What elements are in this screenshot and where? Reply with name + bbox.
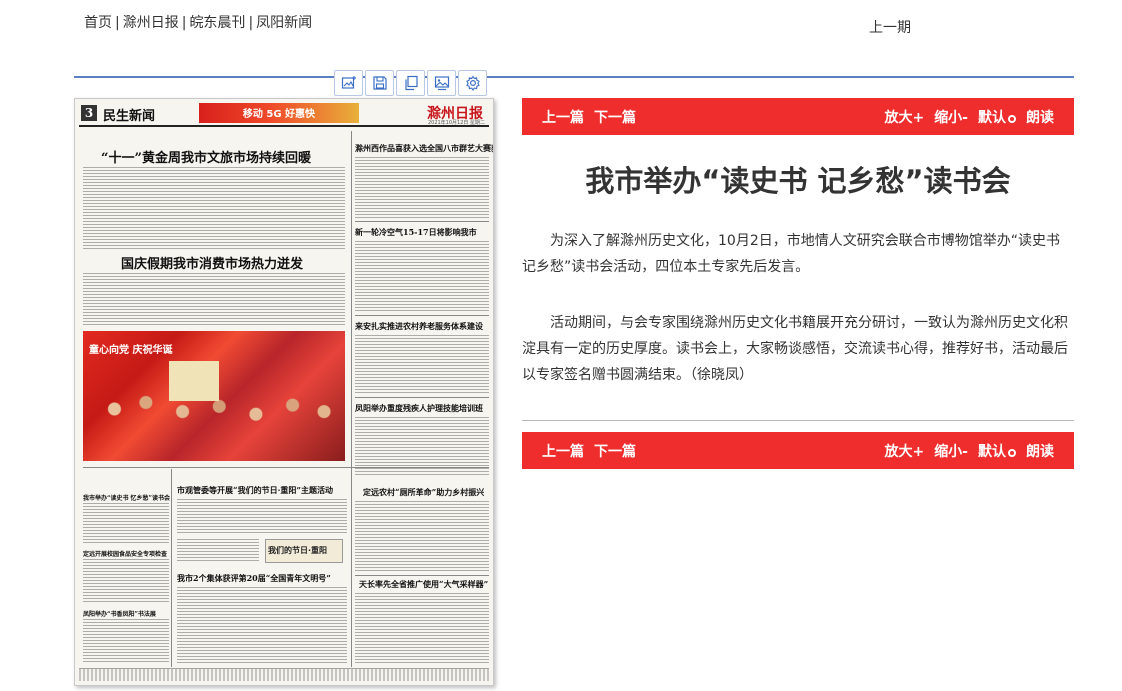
settings-button[interactable] xyxy=(458,70,487,96)
nav-home-link[interactable]: 首页 xyxy=(84,15,112,31)
paper-headline[interactable]: 滁州西作品喜获入选全国八市群艺大赛获佳绩 xyxy=(355,143,493,154)
paper-headline[interactable]: 我市2个集体获评第20届“全国青年文明号” xyxy=(177,573,331,584)
default-size-label: 默认 xyxy=(978,110,1006,126)
add-image-button[interactable] xyxy=(334,70,363,96)
default-size-button[interactable]: 默认 xyxy=(978,107,1016,127)
save-button[interactable] xyxy=(365,70,394,96)
article-text-block xyxy=(83,273,345,327)
save-icon xyxy=(372,76,387,90)
default-size-label: 默认 xyxy=(978,444,1006,460)
photo-caption: 童心向党 庆祝华诞 xyxy=(89,345,173,356)
paper-headline[interactable]: 新一轮冷空气15-17日将影响我市 xyxy=(355,227,477,238)
page-ad-banner: 移动 5G 好惠快 xyxy=(199,103,359,123)
newspaper-page-image[interactable]: 3 民生新闻 移动 5G 好惠快 滁州日报 2021年10月12日 星期二 “十… xyxy=(74,98,494,686)
paper-headline[interactable]: “十一”黄金周我市文旅市场持续回暖 xyxy=(101,147,311,166)
photo-sign xyxy=(169,361,219,401)
page-section-title: 民生新闻 xyxy=(103,109,156,124)
article-text-block xyxy=(83,167,345,251)
nav-separator: | xyxy=(115,15,120,31)
paper-headline[interactable]: 凤阳举办“书香凤阳”书法展 xyxy=(83,609,156,618)
paper-headline[interactable]: 市观管委等开展“我们的节日·重阳”主题活动 xyxy=(177,485,333,496)
article-text-block xyxy=(83,503,169,543)
next-article-link[interactable]: 下一篇 xyxy=(594,441,636,461)
article-text-block xyxy=(355,501,489,573)
paper-headline[interactable]: 凤阳举办重度残疾人护理技能培训班 xyxy=(355,403,483,414)
article-text-block xyxy=(177,539,259,563)
article-nav-bar-top: 上一篇 下一篇 放大+ 缩小- 默认 朗读 xyxy=(522,98,1074,135)
article-text-block xyxy=(355,241,489,313)
top-navigation: 首页 | 滁州日报 | 皖东晨刊 | 凤阳新闻 xyxy=(84,12,312,32)
header-divider xyxy=(74,76,1074,78)
prev-article-link[interactable]: 上一篇 xyxy=(542,107,584,127)
article-end-divider xyxy=(522,420,1074,421)
prev-issue-link[interactable]: 上一期 xyxy=(869,17,911,37)
paper-headline[interactable]: 天长率先全省推广使用“大气采样器” xyxy=(359,579,488,590)
settings-icon xyxy=(465,75,480,91)
article-text-block xyxy=(355,335,489,395)
zoom-in-button[interactable]: 放大+ xyxy=(884,107,924,127)
zoom-out-button[interactable]: 缩小- xyxy=(934,441,968,461)
page-number: 3 xyxy=(81,105,97,121)
ad-text: 移动 5G 好惠快 xyxy=(242,109,316,120)
nav-separator: | xyxy=(248,15,254,31)
read-aloud-button[interactable]: 朗读 xyxy=(1026,107,1054,127)
add-image-icon xyxy=(341,76,356,89)
festival-banner-text: 我们的节日·重阳 xyxy=(268,546,328,555)
row-divider xyxy=(355,575,489,576)
row-divider xyxy=(83,467,489,468)
article-nav-bar-bottom: 上一篇 下一篇 放大+ 缩小- 默认 朗读 xyxy=(522,432,1074,469)
nav-wandong-morning-link[interactable]: 皖东晨刊 xyxy=(189,15,245,31)
row-divider xyxy=(355,221,489,222)
paper-headline[interactable]: 我市举办“读史书 忆乡愁”读书会 xyxy=(83,493,170,502)
prev-article-link[interactable]: 上一篇 xyxy=(542,441,584,461)
paper-headline[interactable]: 国庆假期我市消费市场热力迸发 xyxy=(121,253,303,272)
row-divider xyxy=(355,397,489,398)
article-paragraph: 为深入了解滁州历史文化，10月2日，市地情人文研究会联合市博物馆举办“读史书 记… xyxy=(522,233,1060,275)
column-divider xyxy=(351,469,352,667)
article-paragraph: 活动期间，与会专家围绕滁州历史文化书籍展开充分研讨，一致认为滁州历史文化积淀具有… xyxy=(522,315,1068,383)
column-divider xyxy=(171,469,172,667)
nav-separator: | xyxy=(181,15,187,31)
next-article-link[interactable]: 下一篇 xyxy=(594,107,636,127)
row-divider xyxy=(355,315,489,316)
festival-banner: 我们的节日·重阳 xyxy=(265,539,343,563)
article-text-block xyxy=(83,619,169,663)
article-text-block xyxy=(177,499,347,535)
paper-headline[interactable]: 定远开展校园食品安全专项检查 xyxy=(83,549,167,558)
paper-headline[interactable]: 来安扎实推进农村养老服务体系建设 xyxy=(355,321,483,332)
column-divider xyxy=(351,131,352,501)
nav-fengyang-news-link[interactable]: 凤阳新闻 xyxy=(256,15,312,31)
nav-chuzhou-daily-link[interactable]: 滁州日报 xyxy=(123,15,179,31)
image-toolbar xyxy=(334,70,487,96)
page-masthead: 3 民生新闻 移动 5G 好惠快 滁州日报 2021年10月12日 星期二 xyxy=(79,103,489,127)
copy-icon xyxy=(404,75,418,91)
radio-dot-icon xyxy=(1008,449,1016,457)
read-aloud-button[interactable]: 朗读 xyxy=(1026,441,1054,461)
article-title: 我市举办“读史书 记乡愁”读书会 xyxy=(585,164,1011,198)
article-text-block xyxy=(177,587,347,663)
article-text-block xyxy=(83,559,169,603)
view-image-button[interactable] xyxy=(427,70,456,96)
zoom-in-button[interactable]: 放大+ xyxy=(884,441,924,461)
paper-headline[interactable]: 定远农村“厕所革命”助力乡村振兴 xyxy=(363,487,484,498)
default-size-button[interactable]: 默认 xyxy=(978,441,1016,461)
page-footer xyxy=(79,668,489,681)
article-text-block xyxy=(355,593,489,663)
radio-dot-icon xyxy=(1008,115,1016,123)
image-icon xyxy=(434,76,449,91)
zoom-out-button[interactable]: 缩小- xyxy=(934,107,968,127)
copy-button[interactable] xyxy=(396,70,425,96)
article-text-block xyxy=(355,417,489,477)
article-text-block xyxy=(355,157,489,219)
page-date: 2021年10月12日 星期二 xyxy=(427,120,485,126)
